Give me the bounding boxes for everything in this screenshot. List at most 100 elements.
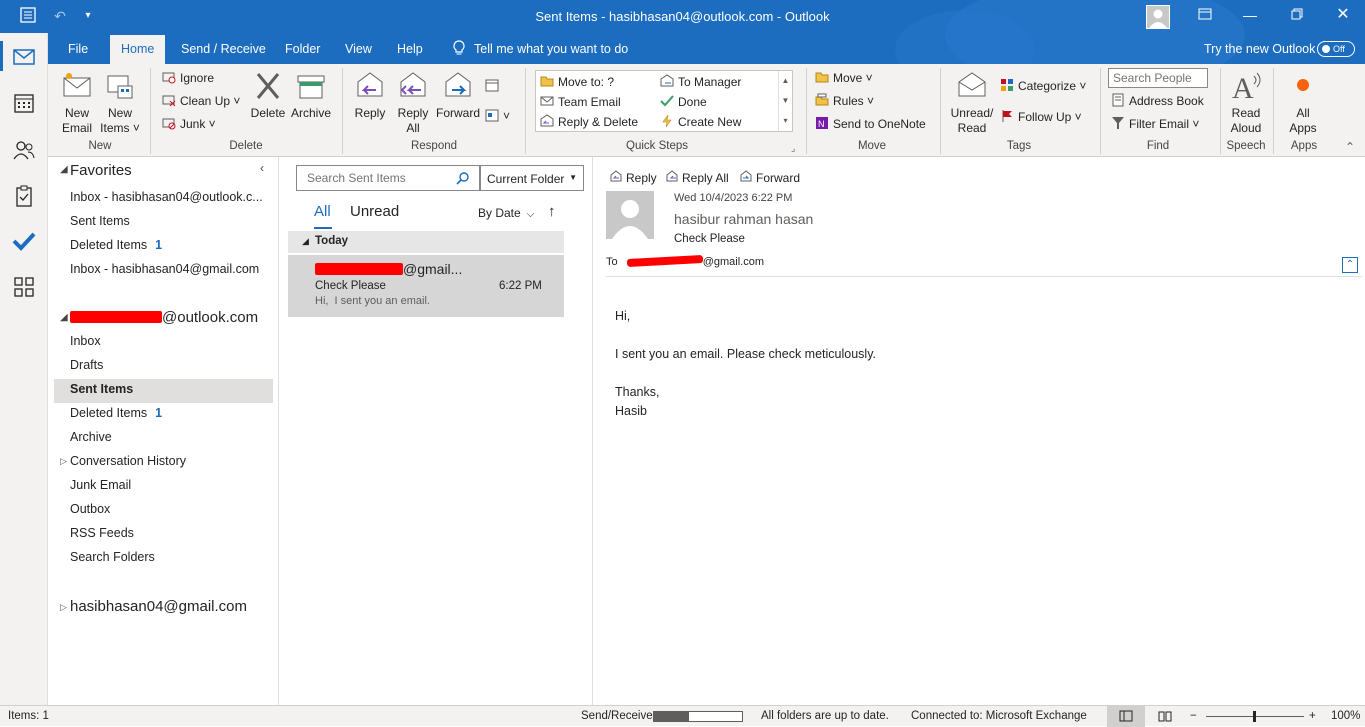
mail-icon[interactable] [12,45,36,69]
tab-file[interactable]: File [57,35,99,64]
follow-up-button[interactable]: Follow Up ˅ [1000,107,1082,127]
categorize-button[interactable]: Categorize ˅ [1000,76,1086,96]
fav-inbox-gmail[interactable]: Inbox - hasibhasan04@gmail.com [70,262,259,276]
reading-reply-button[interactable]: Reply [610,170,657,185]
folder-rss-feeds[interactable]: RSS Feeds [70,526,134,540]
send-to-onenote-button[interactable]: N Send to OneNote [815,114,926,134]
calendar-icon[interactable] [12,91,36,115]
new-email-button[interactable]: New Email [58,70,96,136]
quick-step-reply-delete[interactable]: Reply & Delete [540,112,638,132]
collapse-account-icon[interactable]: ◢ [60,312,68,323]
filter-all-tab[interactable]: All [314,203,331,220]
search-input[interactable] [296,165,480,191]
people-icon[interactable] [12,138,36,162]
more-respond-button[interactable]: ˅ [485,106,510,126]
search-icon[interactable] [456,171,470,188]
ribbon: New Email New Items ˅ New Ignore Clean U… [0,64,1365,157]
folder-sent-items[interactable]: Sent Items [70,382,133,396]
tab-folder[interactable]: Folder [274,35,331,64]
svg-text:A: A [1232,72,1254,102]
new-items-button[interactable]: New Items ˅ [99,70,141,136]
reading-reply-all-button[interactable]: Reply All [666,170,729,185]
try-new-outlook-toggle[interactable]: Off [1317,41,1355,57]
quick-step-create-new[interactable]: Create New [660,112,741,132]
send-receive-status: Send/Receive [581,710,653,722]
table-row[interactable]: @gmail... Check Please 6:22 PM Hi, I sen… [288,255,564,317]
folder-inbox[interactable]: Inbox [70,334,101,348]
normal-view-button[interactable] [1107,706,1145,727]
clean-up-button[interactable]: Clean Up ˅ [162,91,240,111]
filter-email-button[interactable]: Filter Email ˅ [1111,114,1199,134]
categorize-icon [1000,78,1014,92]
group-delete-label: Delete [229,140,263,152]
collapse-ribbon-icon[interactable]: ⌃ [1345,140,1355,154]
rules-button[interactable]: Rules ˅ [815,91,874,111]
tab-home[interactable]: Home [110,35,166,64]
folder-drafts[interactable]: Drafts [70,358,103,372]
minimize-icon[interactable]: — [1236,4,1264,26]
read-aloud-button[interactable]: A Read Aloud [1226,70,1266,136]
reading-forward-button[interactable]: Forward [740,170,800,185]
folder-deleted-items[interactable]: Deleted Items 1 [70,406,162,420]
quick-steps-scroll[interactable]: ▲ ▼ ▾ [778,71,792,131]
account-avatar-icon[interactable] [1146,5,1170,29]
folder-archive[interactable]: Archive [70,430,112,444]
tab-send-receive[interactable]: Send / Receive [170,35,277,64]
close-icon[interactable]: ✕ [1329,4,1357,26]
account-outlook-header[interactable]: @outlook.com [70,309,258,326]
unread-read-button[interactable]: Unread/ Read [948,70,996,136]
zoom-slider-thumb[interactable] [1253,711,1256,722]
folder-junk-email[interactable]: Junk Email [70,478,131,492]
sort-direction-arrow-icon[interactable]: ↑ [548,203,556,220]
todo-check-icon[interactable] [12,229,36,253]
tasks-icon[interactable] [12,184,36,208]
tab-view[interactable]: View [334,35,383,64]
all-apps-button[interactable]: All Apps [1283,70,1323,136]
folder-outbox[interactable]: Outbox [70,502,110,516]
tab-help[interactable]: Help [386,35,434,64]
search-people-input[interactable] [1108,68,1208,88]
delete-button[interactable]: Delete [249,70,287,121]
filter-unread-tab[interactable]: Unread [350,203,399,220]
collapse-header-icon[interactable]: ⌃ [1342,257,1358,273]
quick-step-done[interactable]: Done [660,92,707,112]
quick-step-team-email[interactable]: Team Email [540,92,621,112]
apps-grid-icon[interactable] [12,275,36,299]
account-gmail-header[interactable]: hasibhasan04@gmail.com [70,598,247,615]
fav-deleted-items[interactable]: Deleted Items 1 [70,238,162,252]
message-date: Wed 10/4/2023 6:22 PM [674,192,793,204]
maximize-icon[interactable] [1283,4,1311,26]
move-button[interactable]: Move ˅ [815,68,873,88]
favorites-header[interactable]: Favorites [70,162,132,179]
folder-conversation-history[interactable]: Conversation History [70,454,186,468]
quick-step-move-to[interactable]: Move to: ? [540,72,614,92]
group-header-today[interactable]: ◢ Today [288,231,564,253]
sender-name: hasibur rahman hasan [674,211,814,227]
folder-search-folders[interactable]: Search Folders [70,550,155,564]
fav-sent-items[interactable]: Sent Items [70,214,130,228]
reading-view-button[interactable] [1158,710,1172,725]
meeting-button[interactable] [485,76,503,96]
quick-steps-launcher-icon[interactable]: ⌟ [791,143,795,154]
quick-step-to-manager[interactable]: To Manager [660,72,741,92]
zoom-out-button[interactable]: − [1190,710,1197,722]
collapse-favorites-icon[interactable]: ◢ [60,164,68,175]
search-scope-dropdown[interactable]: Current Folder ▼ [480,165,584,191]
fav-inbox-outlook[interactable]: Inbox - hasibhasan04@outlook.c... [70,190,263,204]
minimize-folder-pane-icon[interactable]: ‹ [260,161,264,175]
address-book-button[interactable]: Address Book [1111,91,1204,111]
zoom-in-button[interactable]: + [1309,710,1316,722]
reply-button[interactable]: Reply [350,70,390,121]
ignore-button[interactable]: Ignore [162,68,214,88]
expand-conversation-history-icon[interactable]: ▷ [60,456,67,467]
all-apps-icon [1287,70,1319,102]
sort-by-dropdown[interactable]: By Date ⌵ [478,206,534,220]
tell-me-search[interactable]: Tell me what you want to do [452,35,628,64]
expand-gmail-account-icon[interactable]: ▷ [60,602,67,613]
reply-all-button[interactable]: Reply All [393,70,433,136]
archive-button[interactable]: Archive [290,70,332,121]
forward-button[interactable]: Forward [436,70,480,121]
move-folder-icon [815,70,829,84]
junk-button[interactable]: Junk ˅ [162,114,216,134]
ribbon-display-icon[interactable] [1191,4,1219,26]
